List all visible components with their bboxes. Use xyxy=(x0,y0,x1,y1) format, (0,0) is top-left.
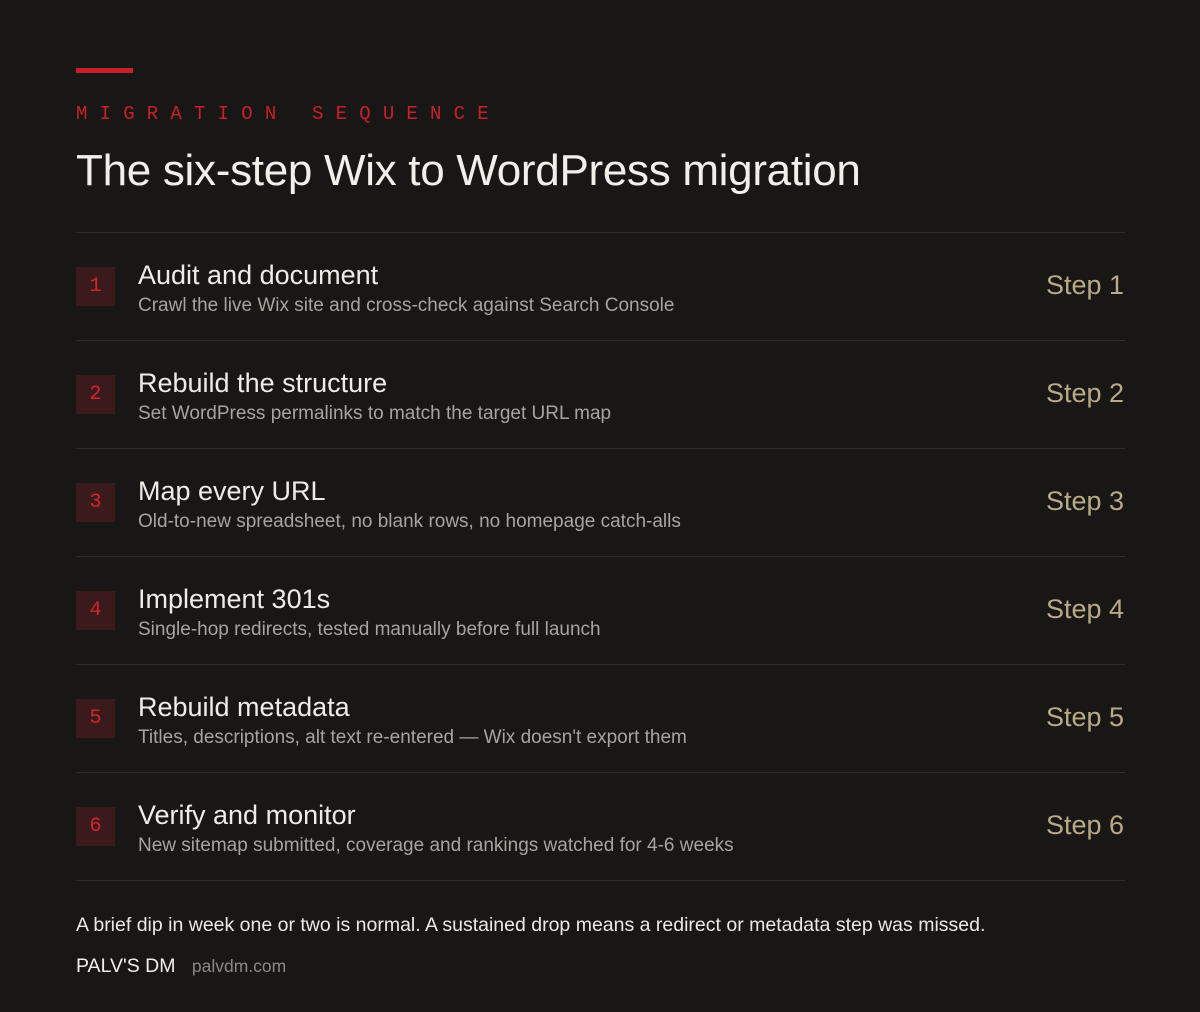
step-row-5: 5 Rebuild metadata Titles, descriptions,… xyxy=(76,665,1125,773)
step-description: Titles, descriptions, alt text re-entere… xyxy=(138,727,687,748)
step-tag: Step 4 xyxy=(1045,594,1124,624)
eyebrow-label: MIGRATION SEQUENCE xyxy=(76,103,501,125)
step-number-badge: 4 xyxy=(76,591,115,630)
step-number-badge: 1 xyxy=(76,267,115,306)
step-description: New sitemap submitted, coverage and rank… xyxy=(138,835,734,856)
step-row-6: 6 Verify and monitor New sitemap submitt… xyxy=(76,773,1125,881)
step-tag: Step 3 xyxy=(1045,486,1124,516)
step-row-3: 3 Map every URL Old-to-new spreadsheet, … xyxy=(76,449,1125,557)
step-number-badge: 3 xyxy=(76,483,115,522)
step-title: Verify and monitor xyxy=(138,800,356,830)
step-description: Crawl the live Wix site and cross-check … xyxy=(138,295,675,316)
step-row-1: 1 Audit and document Crawl the live Wix … xyxy=(76,233,1125,341)
step-title: Audit and document xyxy=(138,260,379,290)
step-row-4: 4 Implement 301s Single-hop redirects, t… xyxy=(76,557,1125,665)
step-row-2: 2 Rebuild the structure Set WordPress pe… xyxy=(76,341,1125,449)
step-tag: Step 6 xyxy=(1045,810,1124,840)
footnote: A brief dip in week one or two is normal… xyxy=(76,914,986,936)
step-title: Rebuild the structure xyxy=(138,368,388,398)
page-title: The six-step Wix to WordPress migration xyxy=(76,146,861,195)
step-title: Map every URL xyxy=(138,476,326,506)
brand-line: PALV'S DM palvdm.com xyxy=(76,955,286,978)
step-tag: Step 5 xyxy=(1045,702,1124,732)
step-description: Single-hop redirects, tested manually be… xyxy=(138,619,601,640)
step-tag: Step 1 xyxy=(1045,270,1124,300)
brand-name: PALV'S DM xyxy=(76,955,176,977)
step-number-badge: 2 xyxy=(76,375,115,414)
page: MIGRATION SEQUENCE The six-step Wix to W… xyxy=(76,0,1125,1012)
step-description: Set WordPress permalinks to match the ta… xyxy=(138,403,612,424)
steps-list: 1 Audit and document Crawl the live Wix … xyxy=(76,232,1125,881)
step-title: Implement 301s xyxy=(138,584,331,614)
brand-url: palvdm.com xyxy=(191,956,287,976)
accent-bar xyxy=(76,68,133,73)
step-number-badge: 5 xyxy=(76,699,115,738)
step-number-badge: 6 xyxy=(76,807,115,846)
step-title: Rebuild metadata xyxy=(138,692,350,722)
step-description: Old-to-new spreadsheet, no blank rows, n… xyxy=(138,511,681,532)
step-tag: Step 2 xyxy=(1045,378,1124,408)
